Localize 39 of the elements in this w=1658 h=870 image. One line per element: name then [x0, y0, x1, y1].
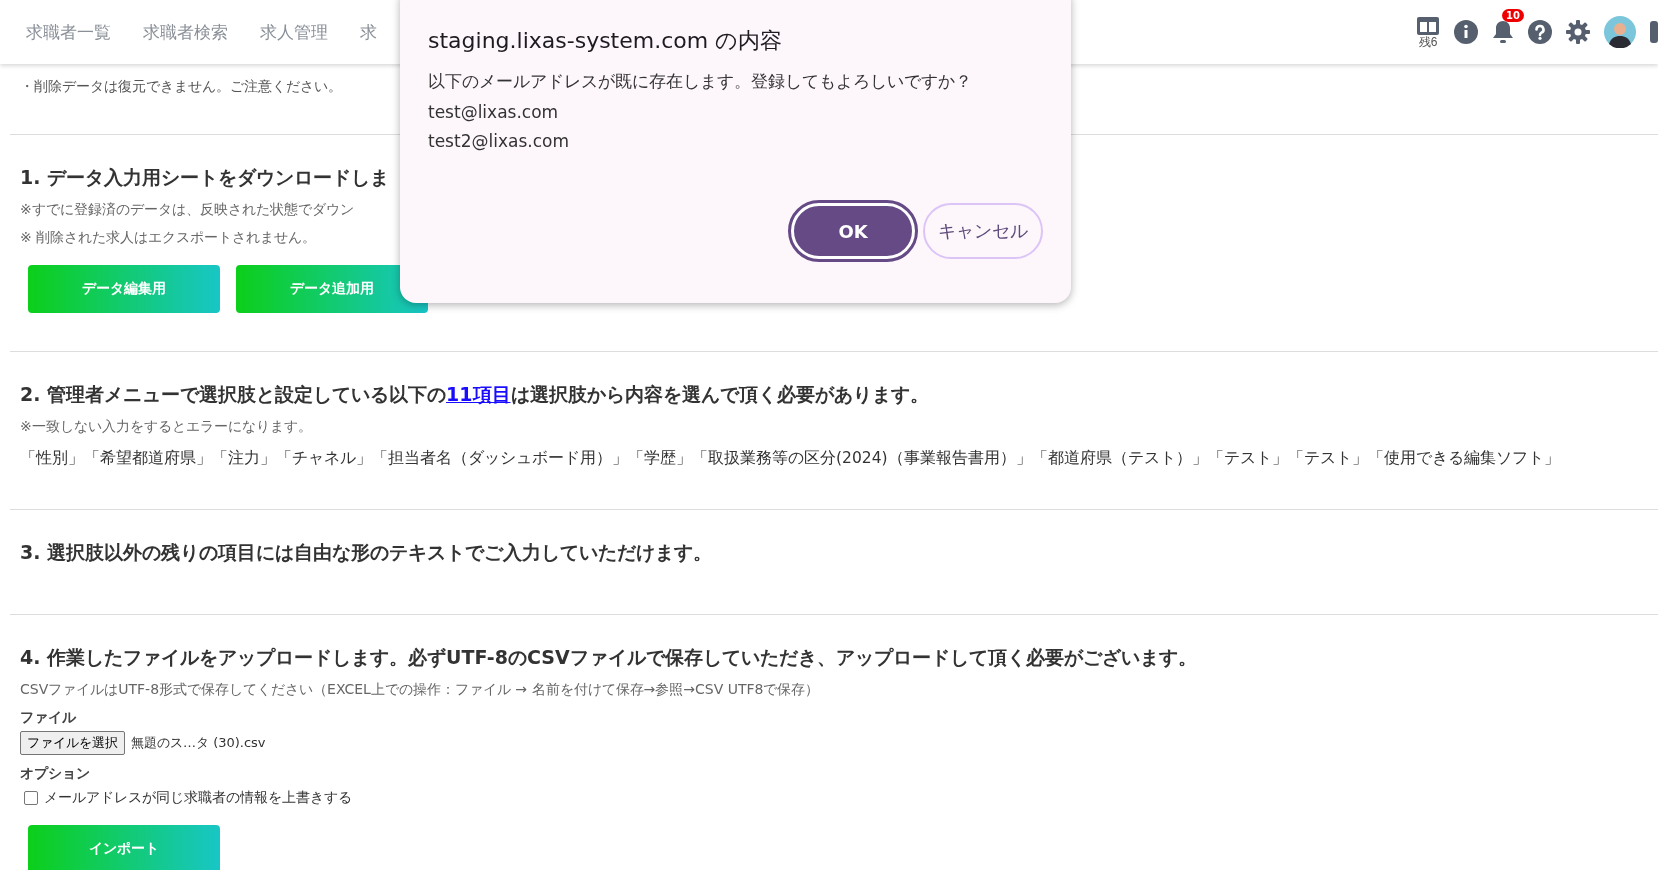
download-button[interactable]: データ編集用 [28, 265, 220, 313]
info-icon[interactable] [1454, 20, 1478, 44]
panel-icon[interactable] [1650, 21, 1658, 43]
nav-tab[interactable]: 求 [360, 20, 377, 44]
ok-button[interactable]: OK [791, 203, 915, 259]
section-heading: 2. 管理者メニューで選択肢と設定している以下の11項目 は選択肢から内容を選んで頂く必要があります。 [20, 382, 930, 407]
layout-button[interactable]: 残6 [1416, 16, 1440, 48]
nav-tab[interactable]: 求職者一覧 [26, 20, 111, 44]
settings-icon[interactable] [1566, 20, 1590, 44]
import-button[interactable]: インポート [28, 824, 220, 870]
dialog-title: staging.lixas-system.com の内容 [428, 27, 784, 55]
notification-badge: 10 [1502, 9, 1524, 22]
email-text: test2@lixas.com [428, 131, 570, 151]
cancel-button[interactable]: キャンセル [923, 203, 1043, 259]
file-name: 無題のス…タ (30).csv [131, 733, 266, 752]
email-text: test@lixas.com [428, 102, 560, 122]
notice-text: ・削除データは復元できません。ご注意ください。 [20, 78, 342, 96]
field-label: ファイル [20, 708, 77, 727]
note-text: CSVファイルはUTF-8形式で保存してください（EXCEL上での操作：ファイル → 名前を付けて保存→参照→CSV UTF8で保存） [20, 680, 820, 699]
columns-icon [1416, 16, 1440, 36]
note-text: ※一致しない入力をするとエラーになります。 [20, 418, 312, 436]
note-text: ※ 削除された求人はエクスポートされません。 [20, 229, 317, 247]
items-link[interactable]: 11項目 [446, 383, 511, 405]
section-heading: 4. 作業したファイルをアップロードします。必ずUTF-8のCSVファイルで保存していただき、アップロードして頂く必要がございます。 [20, 644, 1198, 670]
note-text: ※すでに登録済のデータは、反映された状態でダウン [20, 201, 354, 219]
field-label: オプション [20, 764, 91, 783]
section-heading: 1. データ入力用シートをダウンロードしま [20, 165, 391, 190]
choice-items-text: 「性別」「希望都道府県」「注力」「チャネル」「担当者名（ダッシュボード用）」「学歴」「取扱業務等の区分(2024)（事業報告書用）」「都道府県（テスト）」「テスト」「テスト」「使用できる編集ソフト」 [20, 448, 1561, 469]
help-icon[interactable] [1528, 20, 1552, 44]
dialog-message: 以下のメールアドレスが既に存在します。登録してもよろしいですか？ [428, 70, 973, 93]
remaining-count: 残6 [1418, 36, 1438, 48]
notification-button[interactable] [1492, 19, 1514, 45]
nav-tab[interactable]: 求人管理 [260, 20, 328, 44]
avatar-icon[interactable] [1604, 16, 1636, 48]
file-select-button[interactable]: ファイルを選択 [20, 730, 125, 755]
checkbox-label: メールアドレスが同じ求職者の情報を上書きする [44, 788, 352, 807]
section-heading: 3. 選択肢以外の残りの項目には自由な形のテキストでご入力していただけます。 [20, 539, 714, 565]
overwrite-checkbox[interactable] [24, 790, 38, 805]
nav-tab[interactable]: 求職者検索 [143, 20, 228, 44]
